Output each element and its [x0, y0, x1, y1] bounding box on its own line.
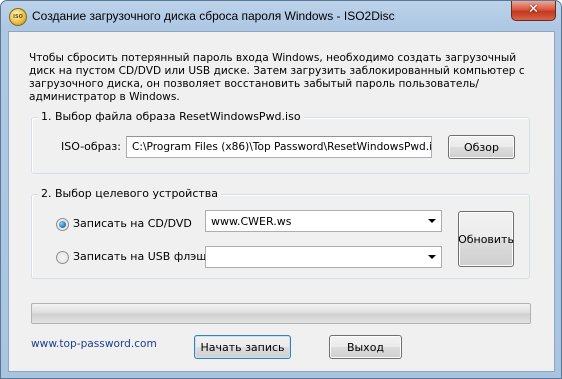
- close-button[interactable]: ✕: [511, 1, 556, 21]
- cd-dvd-drive-select[interactable]: www.CWER.ws: [205, 210, 442, 232]
- write-progress-bar: [31, 303, 531, 324]
- cd-dvd-radio[interactable]: [56, 218, 69, 231]
- refresh-button[interactable]: Обновить: [458, 211, 514, 267]
- cd-dvd-drive-value: www.CWER.ws: [211, 215, 292, 228]
- iso-path-field[interactable]: C:\Program Files (x86)\Top Password\Rese…: [126, 136, 432, 158]
- usb-drive-select[interactable]: [205, 246, 442, 268]
- website-link[interactable]: www.top-password.com: [31, 338, 157, 350]
- start-burn-button[interactable]: Начать запись: [194, 335, 291, 359]
- dropdown-arrow-icon: [428, 255, 436, 259]
- iso-group-legend: 1. Выбор файла образа ResetWindowsPwd.is…: [38, 110, 304, 123]
- close-icon: ✕: [528, 2, 539, 17]
- iso-label: ISO-образ:: [61, 140, 121, 153]
- start-burn-button-label: Начать запись: [200, 340, 285, 354]
- browse-button[interactable]: Обзор: [448, 135, 515, 159]
- iso-disc-icon: ISO: [9, 8, 27, 26]
- exit-button-label: Выход: [346, 340, 385, 354]
- target-group-legend: 2. Выбор целевого устройства: [38, 187, 221, 200]
- title-bar[interactable]: ISO Создание загрузочного диска сброса п…: [1, 1, 561, 31]
- usb-radio-label[interactable]: Записать на USB флэш: [73, 250, 206, 263]
- usb-radio[interactable]: [56, 251, 69, 264]
- refresh-button-label: Обновить: [458, 232, 514, 246]
- dropdown-arrow-icon: [428, 219, 436, 223]
- cd-dvd-radio-label[interactable]: Записать на CD/DVD: [73, 217, 192, 230]
- browse-button-label: Обзор: [463, 140, 499, 154]
- exit-button[interactable]: Выход: [329, 335, 402, 359]
- description-text: Чтобы сбросить потерянный пароль входа W…: [29, 52, 525, 103]
- radio-selected-dot: [59, 221, 66, 228]
- window-title: Создание загрузочного диска сброса парол…: [32, 9, 395, 23]
